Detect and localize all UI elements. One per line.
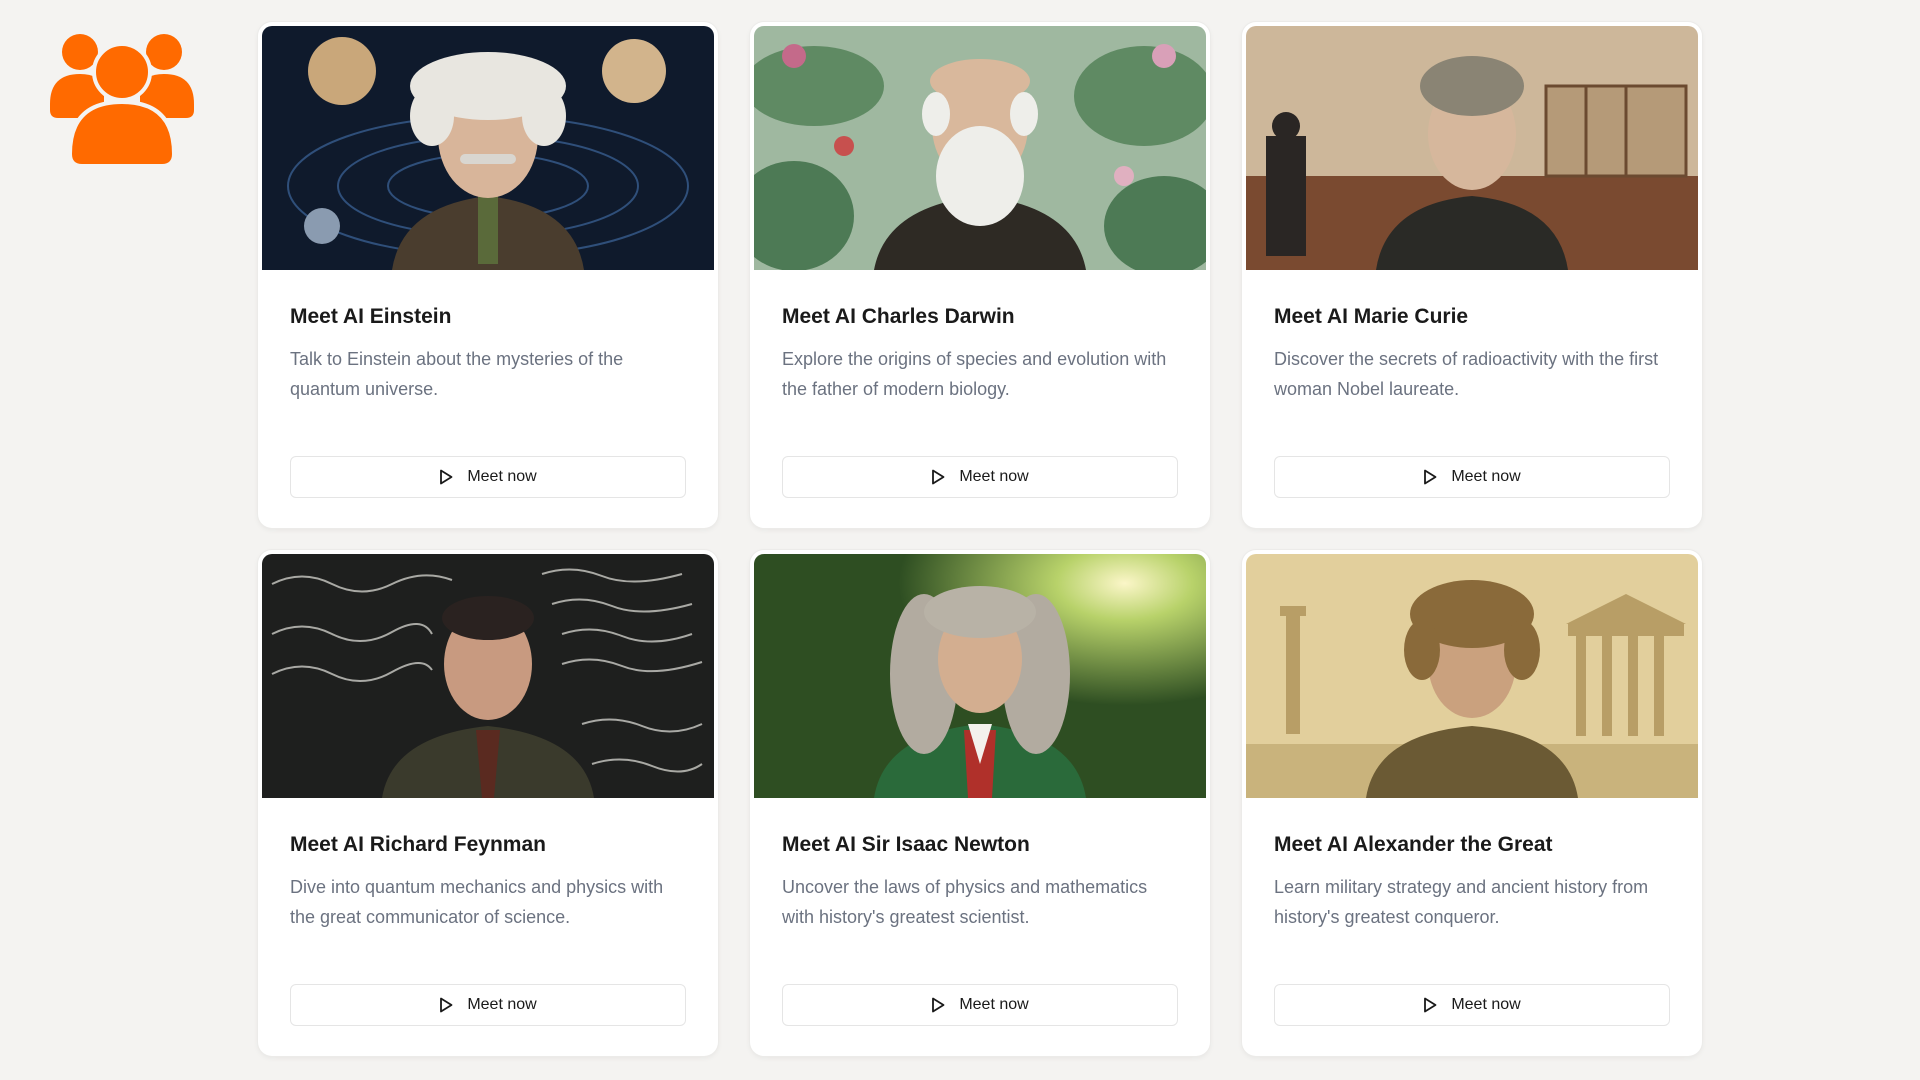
alexander-portrait [1246,554,1698,798]
meet-now-button[interactable]: Meet now [782,984,1178,1026]
meet-now-label: Meet now [467,996,537,1013]
persona-grid: Meet AI Einstein Talk to Einstein about … [258,22,1702,1056]
feynman-portrait [262,554,714,798]
card-description: Discover the secrets of radioactivity wi… [1274,349,1659,399]
card-description: Dive into quantum mechanics and physics … [290,877,664,927]
meet-now-label: Meet now [467,468,537,485]
card-description: Uncover the laws of physics and mathemat… [782,877,1148,927]
card-title: Meet AI Einstein [290,305,452,328]
play-icon [932,469,945,485]
curie-portrait [1246,26,1698,270]
meet-now-label: Meet now [1451,468,1521,485]
play-icon [932,997,945,1013]
play-icon [1424,469,1437,485]
meet-now-label: Meet now [1451,996,1521,1013]
card-description: Learn military strategy and ancient hist… [1274,877,1649,927]
group-users-icon[interactable] [50,30,194,168]
meet-now-button[interactable]: Meet now [1274,456,1670,498]
meet-now-button[interactable]: Meet now [290,456,686,498]
meet-now-button[interactable]: Meet now [1274,984,1670,1026]
persona-card-darwin[interactable]: Meet AI Charles Darwin Explore the origi… [750,22,1210,528]
play-icon [1424,997,1437,1013]
meet-now-button[interactable]: Meet now [290,984,686,1026]
meet-now-button[interactable]: Meet now [782,456,1178,498]
newton-portrait [754,554,1206,798]
card-title: Meet AI Marie Curie [1274,305,1469,328]
card-title: Meet AI Richard Feynman [290,833,546,856]
einstein-portrait [262,26,714,270]
persona-card-alexander[interactable]: Meet AI Alexander the Great Learn milita… [1242,550,1702,1056]
persona-card-feynman[interactable]: Meet AI Richard Feynman Dive into quantu… [258,550,718,1056]
card-description: Talk to Einstein about the mysteries of … [290,349,624,399]
meet-now-label: Meet now [959,996,1029,1013]
persona-card-newton[interactable]: Meet AI Sir Isaac Newton Uncover the law… [750,550,1210,1056]
card-title: Meet AI Alexander the Great [1274,833,1553,856]
persona-card-curie[interactable]: Meet AI Marie Curie Discover the secrets… [1242,22,1702,528]
persona-card-einstein[interactable]: Meet AI Einstein Talk to Einstein about … [258,22,718,528]
card-title: Meet AI Sir Isaac Newton [782,833,1030,856]
darwin-portrait [754,26,1206,270]
meet-now-label: Meet now [959,468,1029,485]
card-title: Meet AI Charles Darwin [782,305,1015,328]
play-icon [440,997,453,1013]
play-icon [440,469,453,485]
card-description: Explore the origins of species and evolu… [782,349,1167,399]
